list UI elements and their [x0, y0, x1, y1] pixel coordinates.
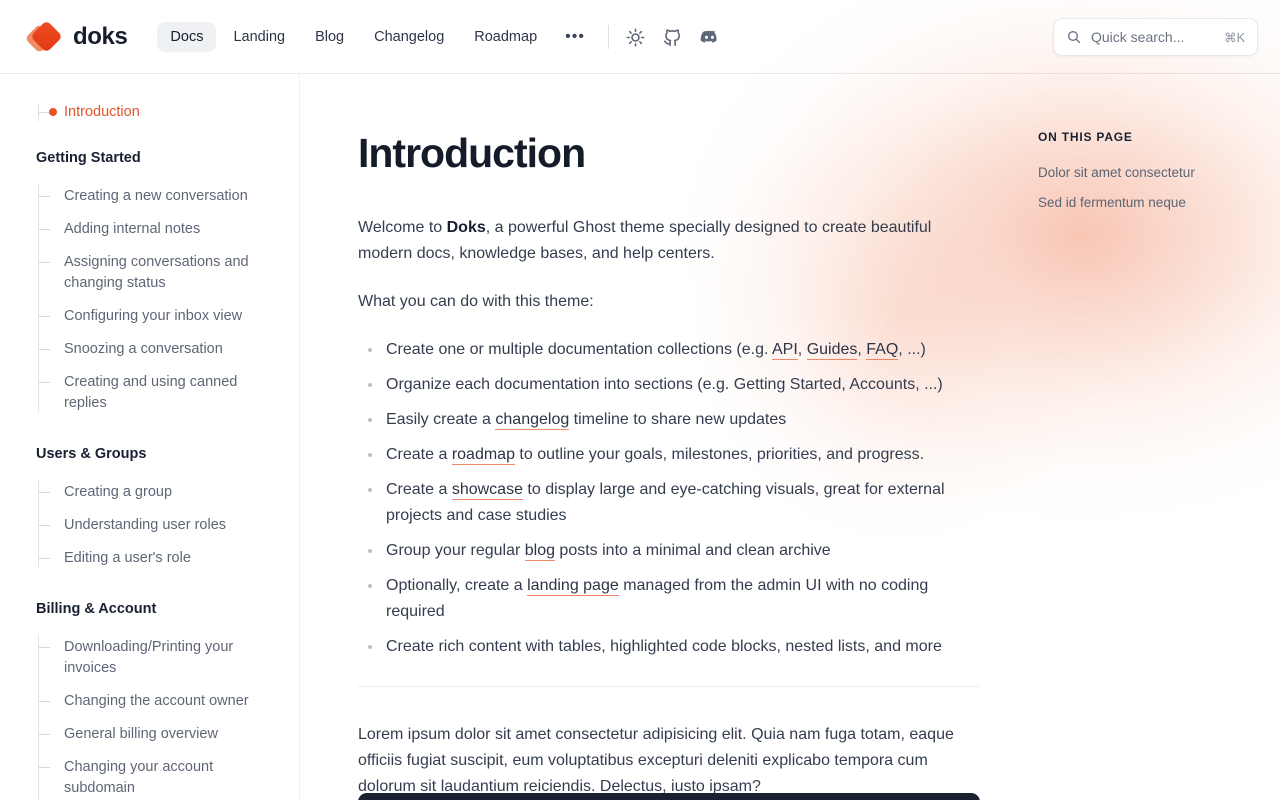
feature-bullet-item: Optionally, create a landing page manage…: [358, 573, 978, 625]
inline-link-landing-page[interactable]: landing page: [527, 577, 619, 596]
nav-item-docs[interactable]: Docs: [157, 22, 217, 52]
inline-link-guides[interactable]: Guides: [806, 341, 858, 360]
feature-bullet-item: Easily create a changelog timeline to sh…: [358, 407, 978, 433]
brand-logo-link[interactable]: doks: [24, 20, 128, 54]
bullet-text: Easily create a: [386, 411, 496, 428]
sidebar-group-title: Getting Started: [36, 150, 141, 166]
quick-search-box[interactable]: Quick search... ⌘K: [1053, 18, 1258, 56]
feature-bullet-item: Organize each documentation into section…: [358, 372, 978, 398]
sun-icon[interactable]: [625, 27, 646, 48]
sidebar-item-introduction[interactable]: Introduction: [36, 102, 281, 122]
nav-item-changelog[interactable]: Changelog: [361, 22, 457, 52]
header-icon-row: [625, 27, 720, 48]
main-content: Introduction Welcome to Doks, a powerful…: [300, 74, 1000, 800]
sidebar-item-understanding-user-roles[interactable]: Understanding user roles: [39, 509, 281, 542]
search-placeholder: Quick search...: [1091, 29, 1185, 45]
sidebar-group-getting-started: Getting Started Creating a new conversat…: [36, 150, 281, 420]
toc-title: ON THIS PAGE: [1038, 130, 1133, 144]
active-dot-icon: [49, 108, 57, 116]
sidebar-group-items: Downloading/Printing your invoices Chang…: [36, 631, 281, 800]
feature-bullet-item: Create a showcase to display large and e…: [358, 477, 978, 529]
lead-paragraph: What you can do with this theme:: [358, 293, 594, 310]
sidebar-group-items: Creating a new conversation Adding inter…: [36, 180, 281, 420]
sidebar-group-title: Users & Groups: [36, 446, 147, 462]
toc-item-dolor-sit-amet[interactable]: Dolor sit amet consectetur: [1038, 162, 1254, 184]
primary-nav: Docs Landing Blog Changelog Roadmap •••: [157, 22, 596, 52]
sidebar-item-adding-internal-notes[interactable]: Adding internal notes: [39, 213, 281, 246]
sidebar-link-introduction[interactable]: Introduction: [64, 104, 140, 120]
bullet-text: posts into a minimal and clean archive: [554, 542, 831, 559]
tree-line-vertical: [38, 480, 39, 567]
sidebar-group-title: Billing & Account: [36, 601, 157, 617]
bullet-text: Optionally, create a: [386, 577, 528, 594]
bullet-text: to outline your goals, milestones, prior…: [514, 446, 925, 463]
diamond-logo-icon: [24, 20, 63, 54]
nav-item-landing[interactable]: Landing: [220, 22, 298, 52]
tree-line-vertical: [38, 635, 39, 800]
inline-link-blog[interactable]: blog: [524, 542, 555, 561]
tree-line-horizontal: [39, 112, 49, 113]
sidebar-item-assigning-conversations[interactable]: Assigning conversations and changing sta…: [39, 246, 281, 300]
inline-link-showcase[interactable]: showcase: [451, 481, 523, 500]
search-icon: [1066, 29, 1082, 45]
github-icon[interactable]: [662, 27, 683, 48]
feature-bullet-item: Group your regular blog posts into a min…: [358, 538, 978, 564]
nav-item-roadmap[interactable]: Roadmap: [461, 22, 550, 52]
inline-link-roadmap[interactable]: roadmap: [451, 446, 515, 465]
feature-bullet-item: Create a roadmap to outline your goals, …: [358, 442, 978, 468]
nav-item-blog[interactable]: Blog: [302, 22, 357, 52]
feature-bullet-item: Create one or multiple documentation col…: [358, 337, 978, 363]
sidebar-item-creating-a-group[interactable]: Creating a group: [39, 476, 281, 509]
sidebar-item-changing-account-subdomain[interactable]: Changing your account subdomain: [39, 751, 281, 800]
bullet-text: , ...): [898, 341, 926, 358]
bullet-text: timeline to share new updates: [569, 411, 787, 428]
sidebar-item-editing-a-users-role[interactable]: Editing a user's role: [39, 542, 281, 575]
on-this-page-toc: ON THIS PAGE Dolor sit amet consectetur …: [1000, 74, 1280, 800]
intro-paragraph: Welcome to Doks, a powerful Ghost theme …: [358, 215, 978, 267]
bullet-text: Create rich content with tables, highlig…: [386, 638, 942, 655]
sidebar-group-billing-account: Billing & Account Downloading/Printing y…: [36, 601, 281, 800]
sidebar-item-creating-a-new-conversation[interactable]: Creating a new conversation: [39, 180, 281, 213]
brand-name: doks: [73, 23, 128, 50]
feature-bullet-item: Create rich content with tables, highlig…: [358, 634, 978, 660]
bullet-text: Group your regular: [386, 542, 525, 559]
sidebar-item-configuring-inbox-view[interactable]: Configuring your inbox view: [39, 300, 281, 333]
sidebar-item-downloading-printing-invoices[interactable]: Downloading/Printing your invoices: [39, 631, 281, 685]
page-title: Introduction: [358, 130, 586, 176]
site-header: doks Docs Landing Blog Changelog Roadmap…: [0, 0, 1280, 74]
inline-link-api[interactable]: API: [772, 341, 798, 360]
bullet-text: ,: [797, 341, 807, 358]
header-divider: [607, 25, 609, 49]
intro-bold-term: Doks: [446, 219, 486, 236]
sidebar-item-snoozing-a-conversation[interactable]: Snoozing a conversation: [39, 333, 281, 366]
lorem-paragraph: Lorem ipsum dolor sit amet consectetur a…: [358, 726, 954, 795]
page-root: doks Docs Landing Blog Changelog Roadmap…: [0, 0, 1280, 800]
sidebar-item-changing-account-owner[interactable]: Changing the account owner: [39, 685, 281, 718]
feature-bullet-list: Create one or multiple documentation col…: [358, 337, 978, 660]
inline-link-changelog[interactable]: changelog: [495, 411, 570, 430]
sidebar-group-items: Creating a group Understanding user role…: [36, 476, 281, 575]
docs-sidebar[interactable]: Introduction Getting Started Creating a …: [0, 74, 300, 800]
code-block: [358, 793, 980, 800]
intro-prefix: Welcome to: [358, 219, 447, 236]
inline-link-faq[interactable]: FAQ: [866, 341, 899, 360]
more-menu-button[interactable]: •••: [554, 24, 596, 50]
bullet-text: Create a: [386, 481, 452, 498]
bullet-text: Create a: [386, 446, 452, 463]
tree-line-vertical: [38, 184, 39, 412]
sidebar-item-general-billing-overview[interactable]: General billing overview: [39, 718, 281, 751]
toc-item-sed-id-fermentum[interactable]: Sed id fermentum neque: [1038, 192, 1254, 214]
search-shortcut-hint: ⌘K: [1224, 30, 1245, 45]
bullet-text: ,: [857, 341, 867, 358]
content-divider: [358, 686, 980, 687]
bullet-text: Create one or multiple documentation col…: [386, 341, 772, 358]
bullet-text: Organize each documentation into section…: [386, 376, 943, 393]
sidebar-item-canned-replies[interactable]: Creating and using canned replies: [39, 366, 281, 420]
discord-icon[interactable]: [699, 27, 720, 48]
sidebar-group-users-groups: Users & Groups Creating a group Understa…: [36, 446, 281, 575]
